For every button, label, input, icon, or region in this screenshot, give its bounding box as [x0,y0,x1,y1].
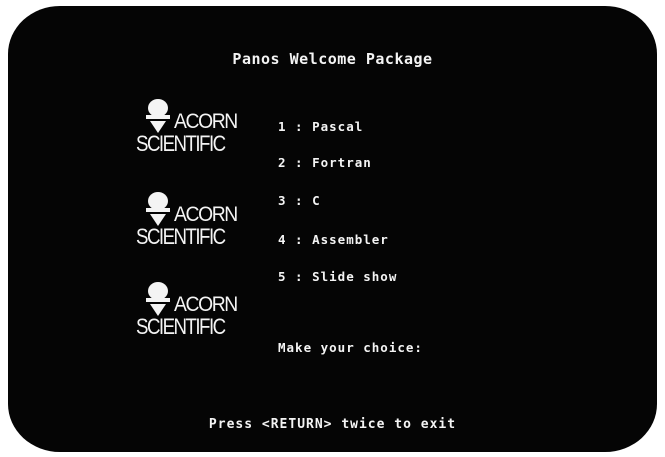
menu-item-fortran[interactable]: 2 : Fortran [278,155,372,170]
logo-acorn-text: ACORN [174,110,238,133]
acorn-scientific-logo: ACORN SCIENTIFIC [136,282,254,344]
choice-prompt[interactable]: Make your choice: [278,340,423,355]
menu-item-slide-show[interactable]: 5 : Slide show [278,269,397,284]
logo-scientific-text: SCIENTIFIC [136,314,226,339]
menu-item-pascal[interactable]: 1 : Pascal [278,119,363,134]
menu-item-assembler[interactable]: 4 : Assembler [278,232,389,247]
exit-instructions: Press <RETURN> twice to exit [208,417,457,432]
acorn-icon [146,192,170,226]
acorn-icon [146,99,170,133]
acorn-scientific-logo: ACORN SCIENTIFIC [136,99,254,161]
acorn-icon [146,282,170,316]
screen-title: Panos Welcome Package [232,50,433,68]
logo-acorn-text: ACORN [174,203,238,226]
acorn-scientific-logo: ACORN SCIENTIFIC [136,192,254,254]
logo-scientific-text: SCIENTIFIC [136,224,226,249]
logo-acorn-text: ACORN [174,293,238,316]
menu-item-c[interactable]: 3 : C [278,193,321,208]
crt-screen: Panos Welcome Package ACORN SCIENTIFIC A… [8,6,657,452]
logo-scientific-text: SCIENTIFIC [136,131,226,156]
